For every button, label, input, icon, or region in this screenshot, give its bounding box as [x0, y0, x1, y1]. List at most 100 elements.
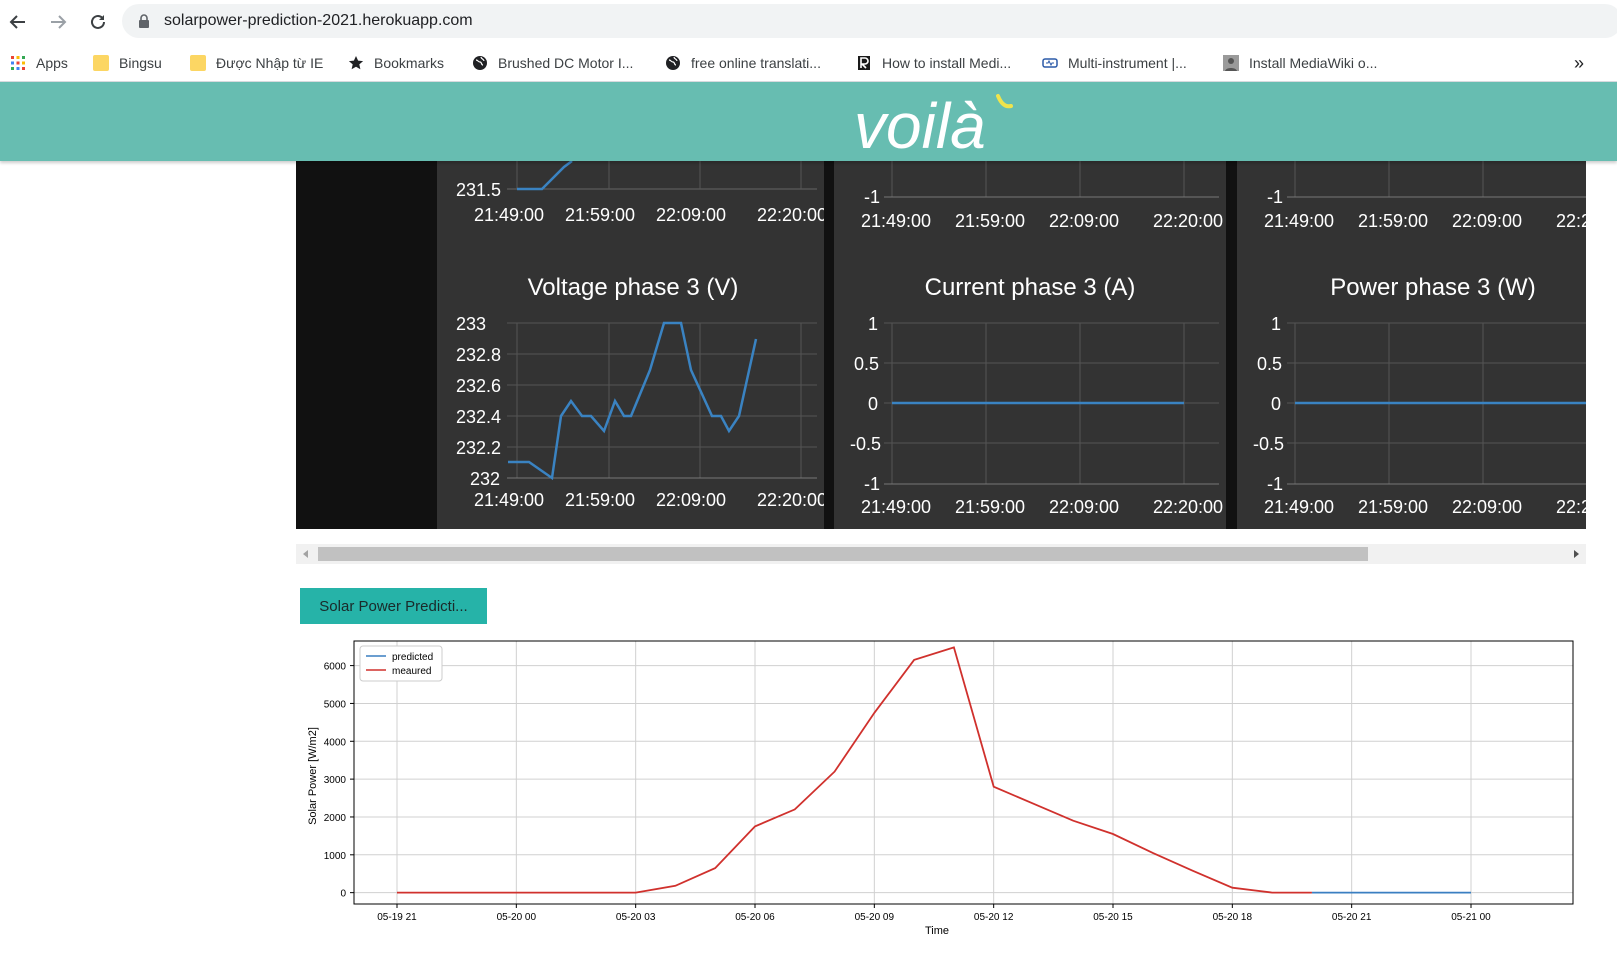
scrollbar-thumb[interactable]: [318, 547, 1368, 561]
y-tick: 233: [456, 314, 486, 334]
address-bar[interactable]: solarpower-prediction-2021.herokuapp.com: [122, 4, 1617, 38]
back-arrow-icon: [9, 15, 25, 29]
back-button[interactable]: [4, 8, 32, 36]
x-tick: 22:20:00: [1556, 497, 1586, 517]
scroll-right-icon[interactable]: [1571, 549, 1581, 559]
globe-icon: [666, 56, 680, 70]
lock-icon: [139, 14, 149, 28]
bookmark-label: Bingsu: [119, 55, 162, 71]
y-tick-label: 6000: [324, 662, 347, 673]
dashboard-embed: 231.5 21:49:00 21:59:00 22:09:00 22:20:0…: [296, 161, 1586, 529]
globe-icon: [473, 56, 487, 70]
multi-instrument-icon: [1042, 58, 1058, 68]
x-tick: 21:59:00: [1358, 497, 1428, 517]
reload-icon: [91, 14, 105, 29]
horizontal-scrollbar[interactable]: [296, 544, 1586, 564]
voila-header: voilà: [0, 82, 1617, 161]
top-x-tick: 22:09:00: [656, 205, 726, 225]
current-chart: -1 21:49:00 21:59:00 22:09:00 22:20:00 C…: [850, 161, 1223, 517]
r-logo-icon: [858, 56, 870, 70]
x-tick-label: 05-20 21: [1332, 912, 1372, 923]
bookmark-install-mediawiki[interactable]: Install MediaWiki o...: [1223, 52, 1377, 74]
voila-accent-mark: [996, 94, 1013, 109]
top-x-tick: 22:09:00: [1452, 211, 1522, 231]
legend-measured-label: meaured: [392, 666, 431, 677]
more-bookmarks-button[interactable]: »: [1574, 52, 1584, 74]
bookmark-brushed-dc[interactable]: Brushed DC Motor I...: [472, 52, 633, 74]
bookmark-apps[interactable]: Apps: [10, 52, 68, 74]
y-axis-label: Solar Power [W/m2]: [307, 727, 319, 825]
folder-icon: [93, 55, 109, 71]
bookmark-label: Install MediaWiki o...: [1249, 55, 1378, 71]
bookmark-label: Multi-instrument |...: [1068, 55, 1187, 71]
voltage-top-line: [517, 161, 573, 191]
y-tick: -0.5: [850, 434, 881, 454]
scroll-left-icon[interactable]: [301, 549, 311, 559]
y-tick: 232.2: [456, 438, 501, 458]
top-x-tick: 22:20:00: [757, 205, 824, 225]
legend-predicted-label: predicted: [392, 652, 433, 663]
forward-button[interactable]: [44, 8, 72, 36]
top-x-tick: 21:59:00: [1358, 211, 1428, 231]
y-tick-label: 3000: [324, 775, 347, 786]
top-x-tick: 21:49:00: [474, 205, 544, 225]
y-tick: 1: [1271, 314, 1281, 334]
bookmark-install-media[interactable]: How to install Medi...: [856, 52, 1011, 74]
solar-power-prediction-button[interactable]: Solar Power Predicti...: [300, 588, 487, 624]
x-tick-label: 05-21 00: [1451, 912, 1491, 923]
top-x-tick: 22:09:00: [1049, 211, 1119, 231]
top-y-tick: 231.5: [456, 180, 501, 200]
x-tick-label: 05-20 15: [1093, 912, 1133, 923]
x-tick-label: 05-20 03: [616, 912, 656, 923]
panel-title: Power phase 3 (W): [1330, 274, 1535, 301]
bookmark-label: How to install Medi...: [882, 55, 1012, 71]
bookmark-multi-instrument[interactable]: Multi-instrument |...: [1042, 52, 1187, 74]
y-tick: -1: [1267, 474, 1283, 494]
browser-toolbar: solarpower-prediction-2021.herokuapp.com: [0, 0, 1617, 44]
reload-button[interactable]: [84, 8, 112, 36]
x-tick-label: 05-20 12: [974, 912, 1014, 923]
x-axis-label: Time: [925, 925, 949, 937]
x-tick: 22:20:00: [757, 490, 824, 510]
voltage-panel: 231.5 21:49:00 21:59:00 22:09:00 22:20:0…: [437, 161, 824, 529]
forward-arrow-icon: [51, 15, 67, 29]
top-x-tick: 21:49:00: [861, 211, 931, 231]
solar-power-chart-svg: 05-19 21 05-20 00 05-20 03 05-20 06 05-20 09…: [307, 640, 1574, 937]
voltage-line: [508, 321, 758, 481]
y-tick-label: 4000: [324, 737, 347, 748]
folder-icon: [190, 55, 206, 71]
x-tick: 22:09:00: [1049, 497, 1119, 517]
x-tick-label: 05-20 00: [497, 912, 537, 923]
x-tick: 21:49:00: [1264, 497, 1334, 517]
y-tick-label: 5000: [324, 699, 347, 710]
bookmark-ie-import[interactable]: Được Nhập từ IE: [190, 52, 323, 74]
bookmark-label: free online translati...: [691, 55, 821, 71]
top-y-tick: -1: [864, 187, 880, 207]
solar-power-chart: 05-19 21 05-20 00 05-20 03 05-20 06 05-20 09…: [300, 636, 1580, 954]
current-panel: -1 21:49:00 21:59:00 22:09:00 22:20:00 C…: [834, 161, 1226, 529]
top-y-tick: -1: [1267, 187, 1283, 207]
top-x-tick: 21:49:00: [1264, 211, 1334, 231]
voila-logo: voilà: [854, 90, 1013, 161]
y-tick: 0: [868, 394, 878, 414]
y-tick: 0.5: [854, 354, 879, 374]
url-text: solarpower-prediction-2021.herokuapp.com: [164, 12, 473, 29]
x-tick-label: 05-19 21: [377, 912, 417, 923]
star-icon: [348, 56, 364, 70]
bookmark-bookmarks[interactable]: Bookmarks: [348, 52, 444, 74]
y-tick: 1: [868, 314, 878, 334]
bookmark-label: Apps: [36, 55, 68, 71]
y-tick: 232.6: [456, 376, 501, 396]
bookmark-bingsu[interactable]: Bingsu: [93, 52, 162, 74]
bookmark-label: Bookmarks: [374, 55, 445, 71]
y-tick-label: 1000: [324, 851, 347, 862]
power-panel: -1 21:49:00 21:59:00 22:09:00 22:20:00 P…: [1237, 161, 1586, 529]
top-x-tick: 22:20:00: [1556, 211, 1586, 231]
panel-title: Voltage phase 3 (V): [528, 274, 739, 301]
y-tick: 0: [1271, 394, 1281, 414]
bookmark-translation[interactable]: free online translati...: [665, 52, 821, 74]
top-x-tick: 21:59:00: [955, 211, 1025, 231]
y-tick-label: 0: [340, 889, 346, 900]
x-tick-label: 05-20 06: [735, 912, 775, 923]
apps-grid-icon: [11, 56, 25, 70]
